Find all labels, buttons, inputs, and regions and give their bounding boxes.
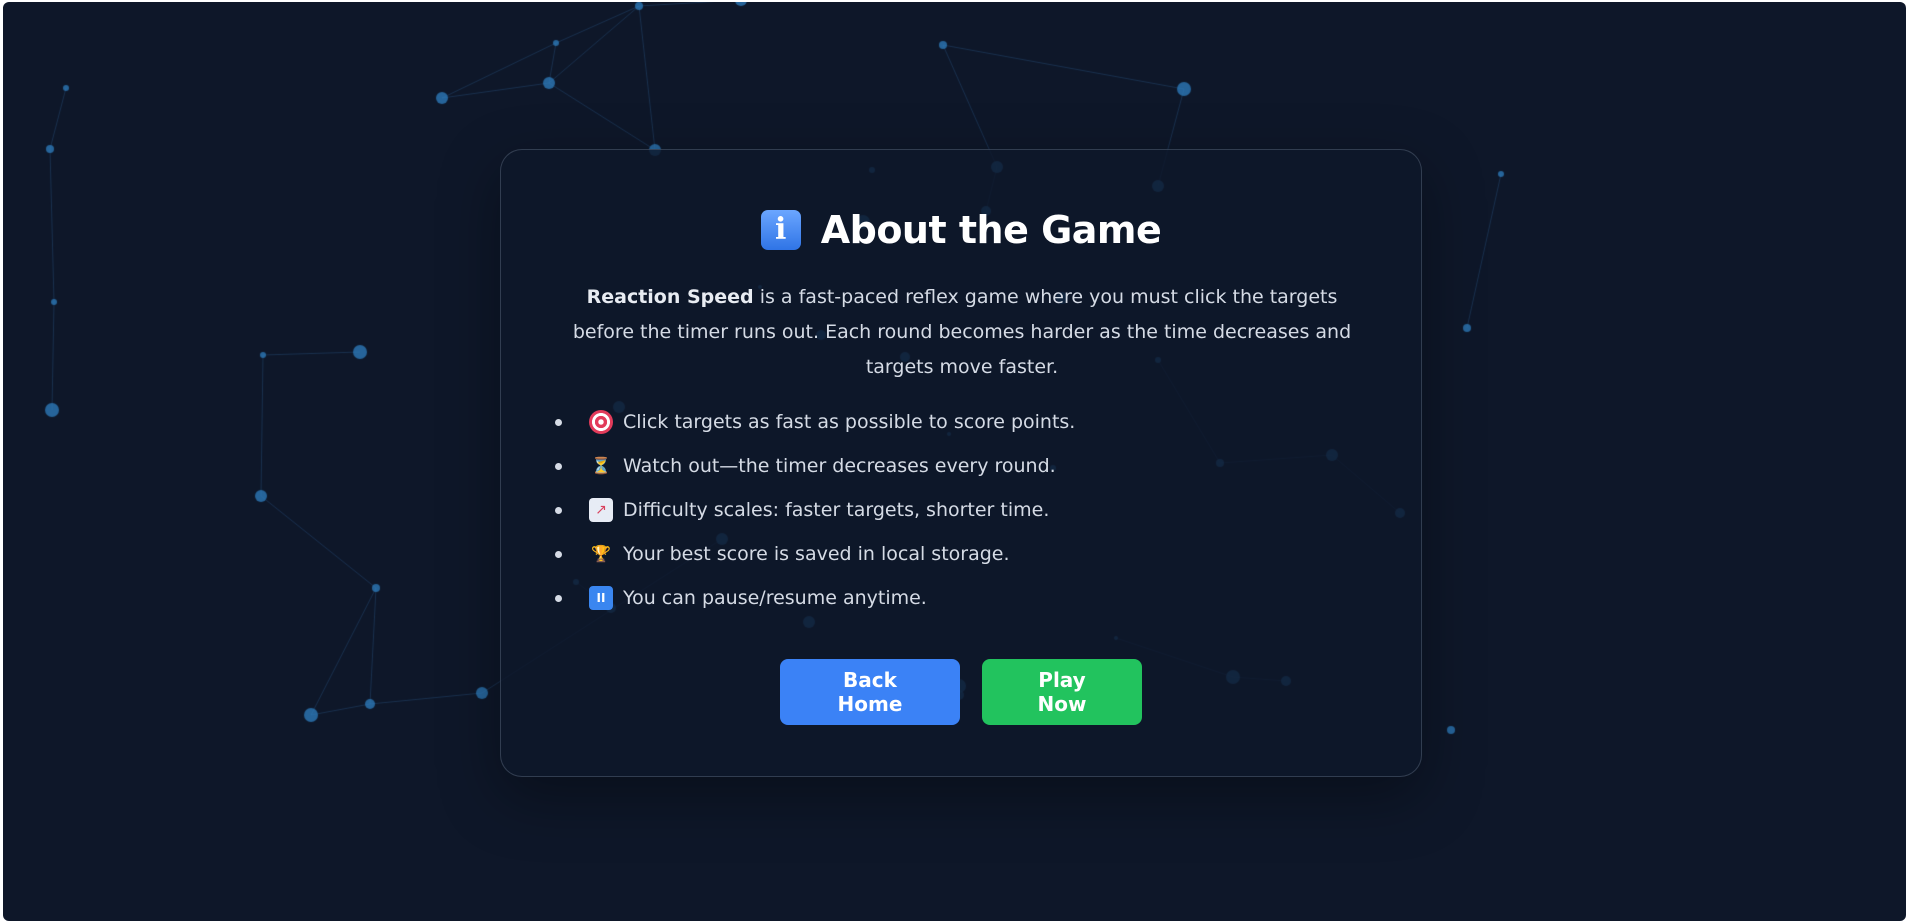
feature-item: Click targets as fast as possible to sco…	[555, 400, 1075, 444]
feature-item: 🏆 Your best score is saved in local stor…	[555, 532, 1075, 576]
feature-text: Difficulty scales: faster targets, short…	[623, 499, 1050, 521]
chart-increasing-icon: ↗	[589, 498, 613, 522]
feature-item: II You can pause/resume anytime.	[555, 576, 1075, 620]
feature-item: ⏳ Watch out—the timer decreases every ro…	[555, 444, 1075, 488]
page-title: About the Game	[820, 208, 1162, 252]
game-name: Reaction Speed	[586, 286, 754, 308]
about-card: i About the Game Reaction Speed is a fas…	[500, 149, 1422, 777]
game-description: Reaction Speed is a fast-paced reflex ga…	[561, 280, 1363, 385]
info-icon: i	[760, 210, 801, 250]
feature-item: ↗ Difficulty scales: faster targets, sho…	[555, 488, 1075, 532]
feature-text: Click targets as fast as possible to sco…	[623, 411, 1076, 433]
trophy-icon: 🏆	[591, 544, 611, 563]
back-home-button[interactable]: Back Home	[780, 659, 960, 725]
play-now-button[interactable]: Play Now	[982, 659, 1142, 725]
feature-text: Watch out—the timer decreases every roun…	[623, 455, 1056, 477]
feature-text: Your best score is saved in local storag…	[623, 543, 1010, 565]
button-row: Back Home Play Now	[501, 659, 1421, 725]
feature-text: You can pause/resume anytime.	[623, 587, 927, 609]
pause-icon: II	[589, 586, 613, 610]
feature-list: Click targets as fast as possible to sco…	[555, 400, 1075, 620]
target-icon	[589, 410, 613, 434]
title-row: i About the Game	[501, 208, 1421, 252]
hourglass-icon: ⏳	[591, 456, 611, 475]
app-window: i About the Game Reaction Speed is a fas…	[3, 2, 1906, 921]
